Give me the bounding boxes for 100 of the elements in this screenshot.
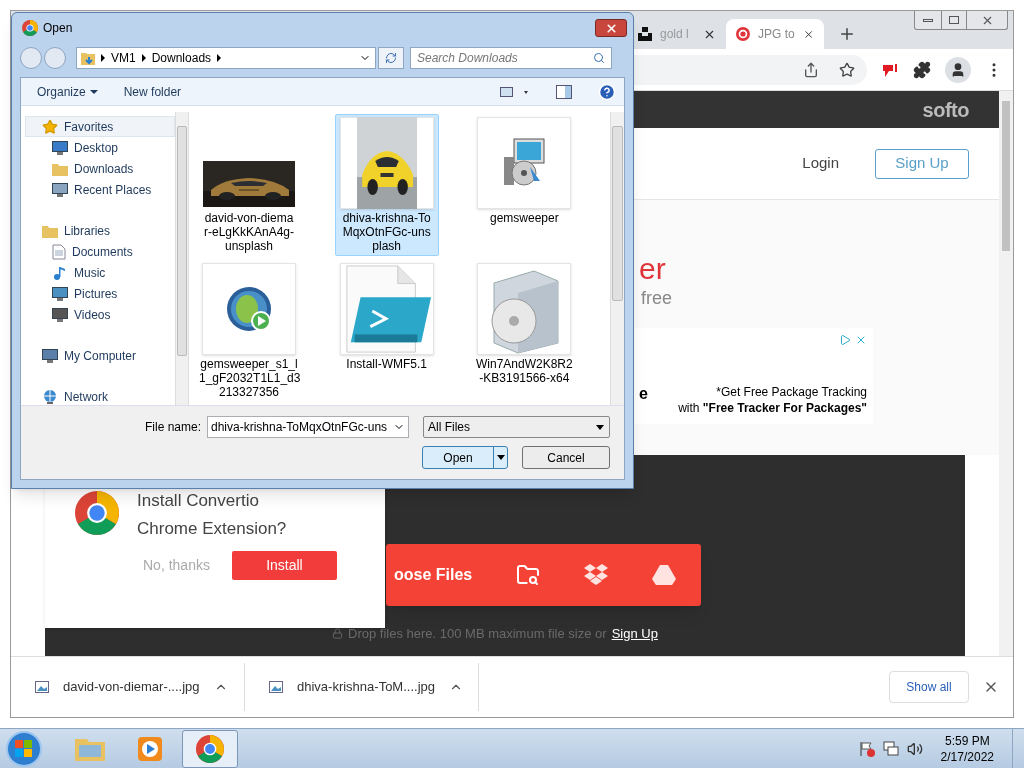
browser-tab[interactable]: JPG to [726, 19, 824, 49]
show-all-button[interactable]: Show all [889, 671, 969, 703]
ad-text: with "Free Tracker For Packages" [678, 400, 867, 416]
file-name: dhiva-krishna-To MqxOtnFGc-uns plash [341, 211, 432, 253]
extensions-puzzle-icon[interactable] [913, 60, 931, 79]
open-button[interactable]: Open [422, 446, 508, 469]
download-item[interactable]: dhiva-krishna-ToM....jpg [245, 663, 479, 711]
sign-up-link[interactable]: Sign Up [611, 624, 658, 644]
install-button[interactable]: Install [231, 551, 337, 580]
nav-item[interactable]: Downloads [25, 158, 175, 179]
breadcrumb-item[interactable]: VM1 [111, 49, 136, 67]
popup-title: Chrome Extension? [137, 518, 287, 540]
file-name-field[interactable]: dhiva-krishna-ToMqxOtnFGc-uns [207, 416, 409, 438]
download-item[interactable]: david-von-diemar-....jpg [11, 663, 245, 711]
maximize-icon[interactable] [941, 11, 967, 29]
new-tab-icon[interactable] [838, 25, 856, 43]
caret-icon [89, 89, 98, 94]
monitor-icon [42, 348, 58, 363]
breadcrumb-arrow-icon [141, 54, 146, 62]
chrome-logo-icon [75, 491, 119, 535]
dialog-title: Open [43, 20, 73, 37]
address-bar[interactable]: VM1 Downloads [76, 47, 376, 69]
file-name: gemsweeper [488, 211, 560, 225]
file-item[interactable]: dhiva-krishna-To MqxOtnFGc-uns plash [334, 114, 439, 256]
globe-icon [42, 388, 58, 405]
view-icon[interactable] [500, 85, 530, 98]
scrollbar[interactable] [999, 91, 1013, 656]
search-field[interactable]: Search Downloads [410, 47, 612, 69]
search-icon [593, 52, 605, 64]
file-name: david-von-diema r-eLgKkKAnA4g- unsplash [202, 211, 295, 253]
volume-icon[interactable] [906, 740, 923, 757]
preview-pane-icon[interactable] [556, 84, 572, 99]
refresh-button[interactable] [378, 47, 404, 69]
drive-icon[interactable] [652, 565, 677, 585]
ad-side-text: e [639, 384, 648, 404]
close-button[interactable] [595, 19, 627, 37]
breadcrumb-item[interactable]: Downloads [151, 49, 212, 67]
lock-icon [332, 628, 343, 640]
nav-item[interactable]: My Computer [25, 345, 175, 366]
file-name: Install-WMF5.1 [345, 357, 428, 371]
file-item[interactable]: david-von-diema r-eLgKkKAnA4g- unsplash [197, 114, 301, 256]
action-center-flag-icon[interactable] [858, 740, 875, 757]
windows-logo-icon [15, 739, 33, 758]
breadcrumb-arrow-icon [217, 54, 222, 62]
help-icon[interactable] [598, 82, 616, 101]
nav-item[interactable]: Favorites [25, 116, 175, 137]
choose-files-button[interactable]: oose Files [386, 544, 701, 606]
tab-favicon [736, 26, 750, 42]
network-icon[interactable] [882, 740, 899, 757]
dropbox-icon[interactable] [584, 564, 609, 586]
nav-item[interactable]: Recent Places [25, 179, 175, 200]
caret-icon [596, 424, 604, 430]
tab-favicon [638, 27, 652, 41]
profile-avatar[interactable] [945, 56, 971, 83]
clock-time[interactable]: 5:59 PM [944, 732, 990, 749]
scrollbar[interactable] [175, 112, 189, 405]
ad-choices-icon[interactable] [839, 334, 851, 346]
clock-date[interactable]: 2/17/2022 [940, 748, 994, 765]
file-type-dropdown[interactable]: All Files [423, 416, 610, 438]
chrome-icon [22, 20, 38, 36]
new-folder-button[interactable]: New folder [123, 82, 182, 101]
chrome-icon [196, 734, 224, 763]
folder-icon [81, 51, 95, 65]
star-icon [42, 118, 58, 135]
folder-search-icon[interactable] [516, 563, 541, 587]
folder-icon [42, 223, 58, 238]
share-icon[interactable] [803, 61, 819, 78]
nav-item[interactable]: Network [25, 386, 175, 407]
organize-button[interactable]: Organize [37, 82, 98, 101]
bookmark-star-icon[interactable] [839, 61, 855, 78]
login-link[interactable]: Login [802, 152, 839, 175]
breadcrumb-arrow-icon [101, 54, 105, 62]
file-name-label: File name: [144, 419, 201, 436]
file-name: Win7AndW2K8R2 -KB3191566-x64 [474, 357, 574, 385]
file-name: gemsweeper_s1_l 1_gF2032T1L1_d3 213327356 [199, 357, 299, 399]
nav-item[interactable]: Pictures [25, 283, 175, 304]
popup-title: Install Convertio [137, 490, 260, 512]
nav-item[interactable]: Libraries [25, 220, 175, 241]
ad-text: *Get Free Package Tracking [716, 384, 867, 400]
refresh-icon [385, 52, 397, 64]
film-icon [52, 307, 68, 322]
drop-note: Drop files here. 100 MB maximum file size or [348, 625, 607, 643]
image-file-icon [269, 681, 283, 693]
monitor-icon [52, 140, 68, 155]
scrollbar[interactable] [610, 112, 624, 405]
logo-text[interactable]: softo [922, 94, 969, 125]
nav-item[interactable]: Videos [25, 304, 175, 325]
hero-subheading: free [641, 287, 674, 310]
document-icon [52, 243, 66, 260]
music-note-icon [52, 264, 68, 281]
close-icon [604, 21, 618, 35]
nav-item[interactable]: Desktop [25, 137, 175, 158]
taskbar-app-icon[interactable] [182, 729, 238, 768]
nav-item[interactable]: Music [25, 262, 175, 283]
folder-icon [52, 161, 68, 176]
nav-item[interactable]: Documents [25, 241, 175, 262]
monitor-icon [52, 286, 68, 301]
ad-close-icon[interactable] [855, 334, 867, 346]
start-button[interactable] [6, 730, 42, 767]
cancel-button[interactable]: Cancel [522, 446, 610, 469]
